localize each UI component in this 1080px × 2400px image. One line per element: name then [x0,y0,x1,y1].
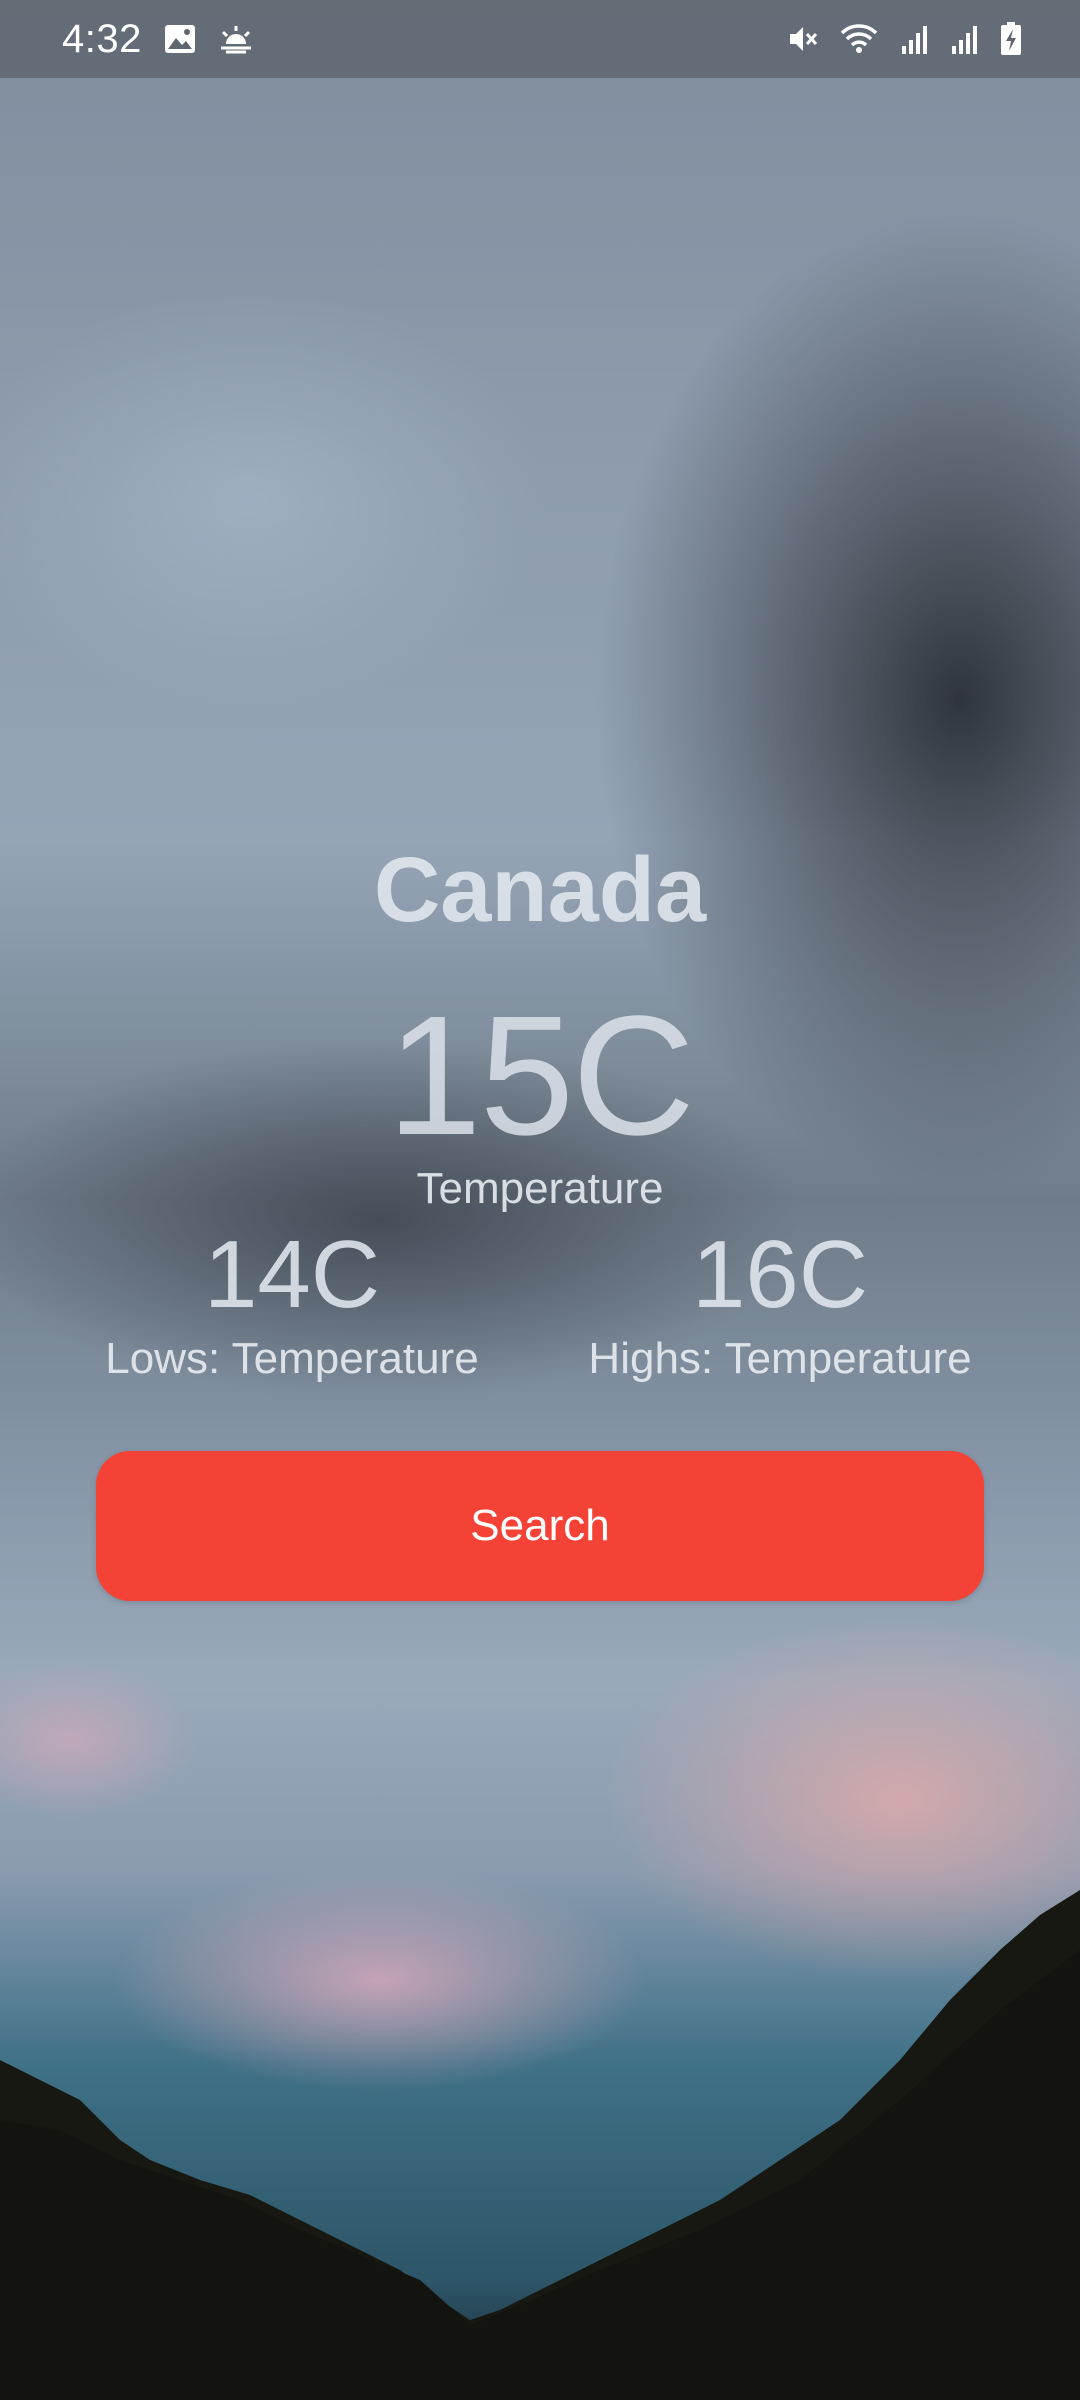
wifi-icon [840,23,878,55]
battery-charging-icon [1000,22,1022,56]
status-time: 4:32 [62,16,142,61]
mountain-silhouette [0,1890,1080,2400]
current-temperature: 15C [387,981,695,1171]
gallery-icon [164,24,196,54]
temperature-label: Temperature [416,1164,664,1213]
weather-icon [218,24,254,54]
high-temperature-label: Highs: Temperature [588,1333,972,1383]
status-bar: 4:32 [0,0,1080,78]
high-temperature-block: 16C Highs: Temperature [550,1221,1010,1384]
signal-icon [950,24,978,54]
low-temperature-block: 14C Lows: Temperature [62,1221,522,1384]
low-temperature-label: Lows: Temperature [105,1333,479,1383]
high-temperature-value: 16C [691,1221,869,1328]
low-temperature-value: 14C [203,1221,381,1328]
city-name: Canada [373,839,707,941]
signal-icon [900,24,928,54]
weather-screen: 4:32 Canada 15C Temperature 14C Lows: Te… [0,0,1080,2400]
search-button[interactable]: Search [96,1451,984,1601]
mute-icon [786,23,818,55]
